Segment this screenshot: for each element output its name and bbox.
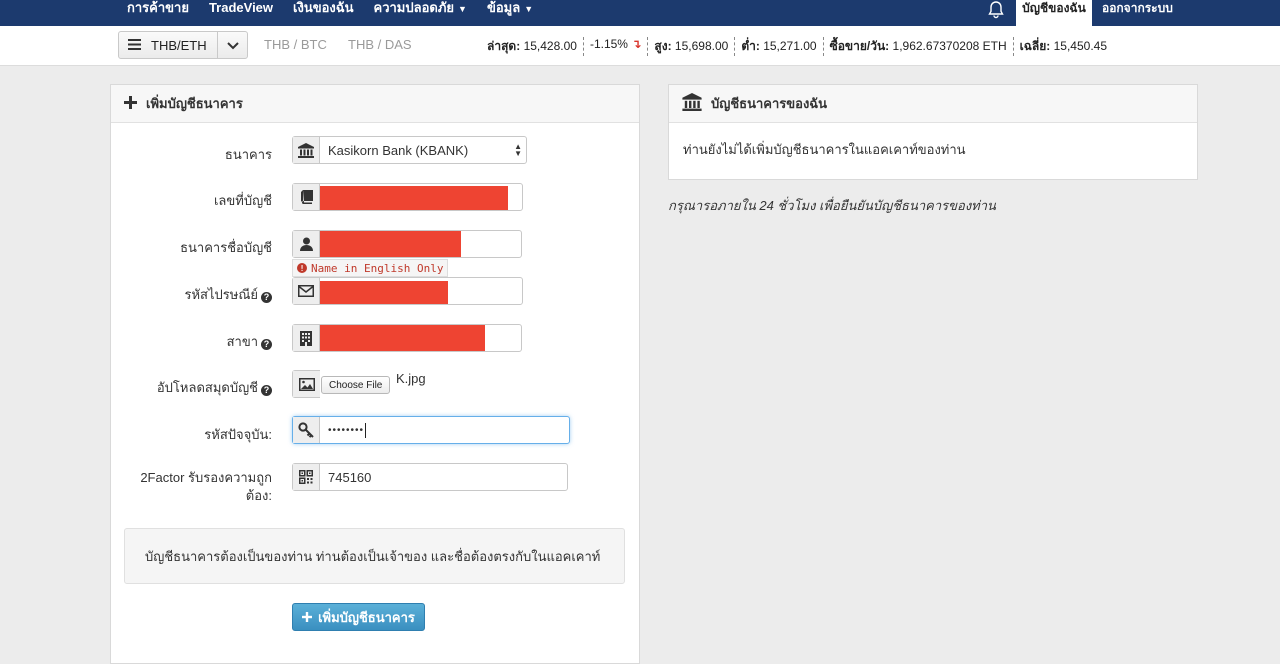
user-icon (293, 231, 320, 257)
branch-label: สาขา? (227, 331, 272, 352)
my-bank-accounts-panel: บัญชีธนาคารของฉัน ท่านยังไม่ได้เพิ่มบัญช… (668, 84, 1198, 180)
exclamation-icon: ! (297, 263, 307, 273)
postcode-input[interactable] (292, 277, 523, 305)
postcode-label: รหัสไปรษณีย์? (184, 284, 272, 305)
caret-down-icon: ▼ (524, 4, 534, 14)
ticker-volume: ซื้อขาย/วัน: 1,962.67370208 ETH (824, 37, 1014, 56)
qrcode-icon (293, 464, 320, 490)
pair-link-das[interactable]: THB / DAS (348, 37, 412, 52)
ticker-average: เฉลี่ย: 15,450.45 (1019, 39, 1108, 53)
nav-item-my-money[interactable]: เงินของฉัน (293, 0, 353, 26)
redaction-block (320, 325, 485, 351)
envelope-icon (293, 278, 320, 304)
nav-item-trade[interactable]: การค้าขาย (127, 0, 189, 26)
image-icon (293, 371, 320, 397)
my-bank-accounts-title: บัญชีธนาคารของฉัน (711, 96, 828, 111)
account-name-input[interactable] (292, 230, 522, 258)
password-field[interactable]: •••••••• (320, 417, 569, 443)
bank-select[interactable]: Kasikorn Bank (KBANK) ▲ ▼ (292, 136, 527, 164)
main-menu: การค้าขาย TradeView เงินของฉัน ความปลอดภ… (127, 0, 553, 26)
arrow-down-icon: ↴ (631, 37, 642, 51)
question-icon[interactable]: ? (261, 339, 272, 350)
bank-select-value[interactable]: Kasikorn Bank (KBANK) ▲ ▼ (320, 137, 526, 163)
my-bank-accounts-header: บัญชีธนาคารของฉัน (669, 85, 1197, 123)
question-icon[interactable]: ? (261, 385, 272, 396)
pair-selector-main[interactable]: THB/ETH (119, 32, 218, 58)
ticker-last: ล่าสุด: 15,428.00 (487, 37, 584, 56)
plus-icon (124, 95, 137, 112)
my-account-link[interactable]: บัญชีของฉัน (1016, 0, 1092, 27)
file-name: K.jpg (396, 371, 426, 386)
postcode-field[interactable] (320, 278, 522, 304)
nav-item-security[interactable]: ความปลอดภัย ▼ (374, 0, 467, 26)
top-navbar: การค้าขาย TradeView เงินของฉัน ความปลอดภ… (0, 0, 1280, 27)
add-bank-button[interactable]: เพิ่มบัญชีธนาคาร (292, 603, 425, 631)
pair-dropdown-toggle[interactable] (218, 32, 247, 58)
account-number-label: เลขที่บัญชี (213, 193, 272, 208)
twofactor-field[interactable]: 745160 (320, 464, 567, 490)
chevron-down-icon (226, 38, 239, 53)
ticker-low: ต่ำ: 15,271.00 (735, 37, 824, 56)
caret-down-icon: ▼ (458, 4, 467, 14)
ticker-change: -1.15% ↴ (584, 37, 649, 56)
account-number-field[interactable] (320, 184, 522, 210)
password-label: รหัสปัจจุบัน: (204, 427, 272, 442)
building-icon (293, 325, 320, 351)
logout-link[interactable]: ออกจากระบบ (1102, 0, 1173, 16)
bank-building-icon (293, 137, 320, 163)
bank-building-icon (682, 93, 702, 114)
account-name-label: ธนาคารชื่อบัญชี (180, 240, 272, 255)
branch-input[interactable] (292, 324, 522, 352)
redaction-block (320, 186, 508, 210)
bank-label: ธนาคาร (224, 147, 272, 162)
verification-note: กรุณารอภายใน 24 ชั่วโมง เพื่อยืนยันบัญชี… (668, 198, 996, 213)
key-icon (293, 417, 320, 443)
account-number-input[interactable] (292, 183, 523, 211)
select-arrows-icon: ▲ ▼ (514, 142, 522, 158)
upload-addon (292, 370, 320, 398)
twofactor-label: 2Factor รับรองความถูก ต้อง: (140, 470, 272, 503)
add-bank-title: เพิ่มบัญชีธนาคาร (146, 96, 243, 111)
ticker: ล่าสุด: 15,428.00 -1.15% ↴ สูง: 15,698.0… (487, 37, 1113, 56)
selected-pair: THB/ETH (151, 37, 207, 53)
redaction-block (320, 281, 448, 304)
ticker-high: สูง: 15,698.00 (648, 37, 736, 56)
pair-selector[interactable]: THB/ETH (118, 31, 248, 59)
choose-file-button[interactable]: Choose File (321, 376, 391, 394)
bell-icon[interactable] (986, 0, 1006, 20)
twofactor-input[interactable]: 745160 (292, 463, 568, 491)
hamburger-icon (128, 38, 141, 53)
redaction-block (320, 231, 461, 257)
book-icon (293, 184, 320, 210)
question-icon[interactable]: ? (261, 292, 272, 303)
nav-item-tradeview[interactable]: TradeView (209, 0, 273, 26)
pair-bar: THB/ETH THB / BTC THB / DAS ล่าสุด: 15,4… (0, 26, 1280, 66)
pair-link-btc[interactable]: THB / BTC (264, 37, 327, 52)
upload-label: อัปโหลดสมุดบัญชี? (157, 377, 272, 398)
name-hint: ! Name in English Only (292, 259, 449, 277)
add-bank-panel-header: เพิ่มบัญชีธนาคาร (111, 85, 639, 123)
plus-icon (302, 610, 313, 625)
no-accounts-message: ท่านยังไม่ได้เพิ่มบัญชีธนาคารในแอคเคาท์ข… (683, 142, 966, 157)
ownership-notice: บัญชีธนาคารต้องเป็นของท่าน ท่านต้องเป็นเ… (124, 528, 625, 584)
branch-field[interactable] (320, 325, 521, 351)
account-name-field[interactable] (320, 231, 521, 257)
password-input[interactable]: •••••••• (292, 416, 570, 444)
nav-item-info[interactable]: ข้อมูล ▼ (487, 0, 533, 26)
